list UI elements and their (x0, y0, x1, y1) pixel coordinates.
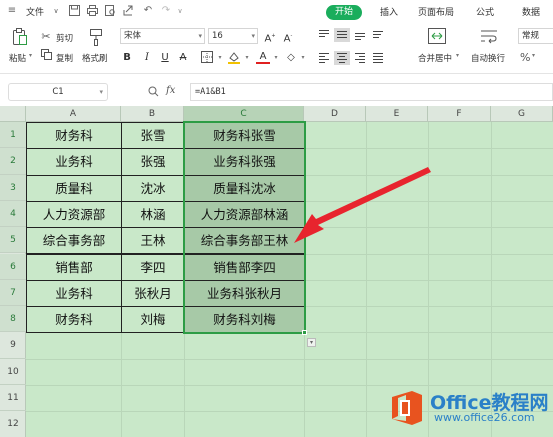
watermark: Office教程网 www.office26.com (388, 385, 553, 431)
watermark-url: www.office26.com (434, 411, 535, 424)
annotation-arrow (294, 167, 431, 243)
arrow-shape (294, 167, 431, 243)
office-logo-icon (392, 391, 422, 425)
